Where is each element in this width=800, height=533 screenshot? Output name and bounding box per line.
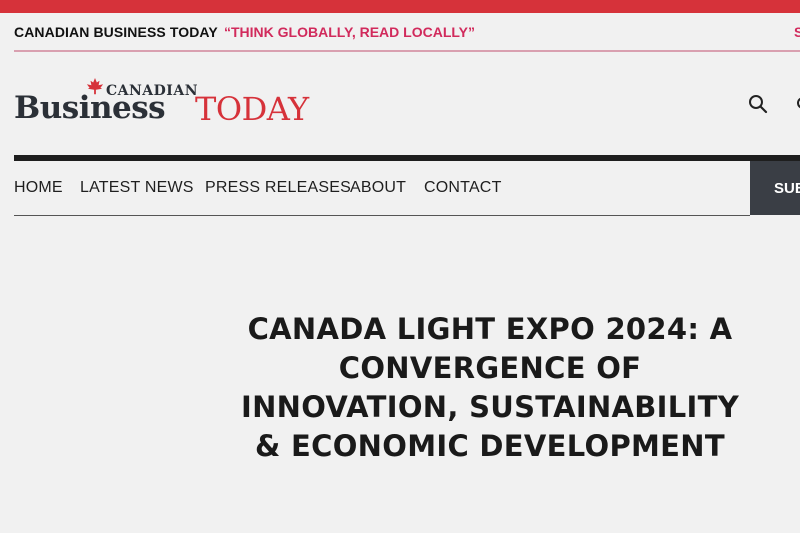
nav-bottom-rule <box>14 215 750 216</box>
main-nav: HOME LATEST NEWS PRESS RELEASES ABOUT CO… <box>14 161 800 215</box>
site-logo[interactable]: CANADIAN Business TODAY <box>14 78 344 130</box>
site-name: CANADIAN BUSINESS TODAY <box>14 24 218 40</box>
top-bar: CANADIAN BUSINESS TODAY “THINK GLOBALLY,… <box>0 13 800 51</box>
tagline: “THINK GLOBALLY, READ LOCALLY” <box>224 24 475 40</box>
nav-item-latest-news[interactable]: LATEST NEWS <box>80 179 194 197</box>
topbar-divider <box>14 50 800 52</box>
top-accent-stripe <box>0 0 800 13</box>
nav-item-contact[interactable]: CONTACT <box>424 179 502 197</box>
subscribe-label: SUB <box>774 180 800 197</box>
nav-item-press-releases[interactable]: PRESS RELEASES <box>205 179 351 197</box>
search-icon[interactable] <box>748 94 768 114</box>
article-title: CANADA LIGHT EXPO 2024: A CONVERGENCE OF… <box>240 312 740 463</box>
nav-item-home[interactable]: HOME <box>14 179 63 197</box>
subscribe-button[interactable]: SUB <box>750 161 800 215</box>
user-icon[interactable] <box>795 94 800 114</box>
logo-today-text: TODAY <box>195 90 309 128</box>
topbar-edge-text[interactable]: S <box>794 24 800 40</box>
nav-item-about[interactable]: ABOUT <box>350 179 406 197</box>
logo-business-text: Business <box>14 90 166 126</box>
